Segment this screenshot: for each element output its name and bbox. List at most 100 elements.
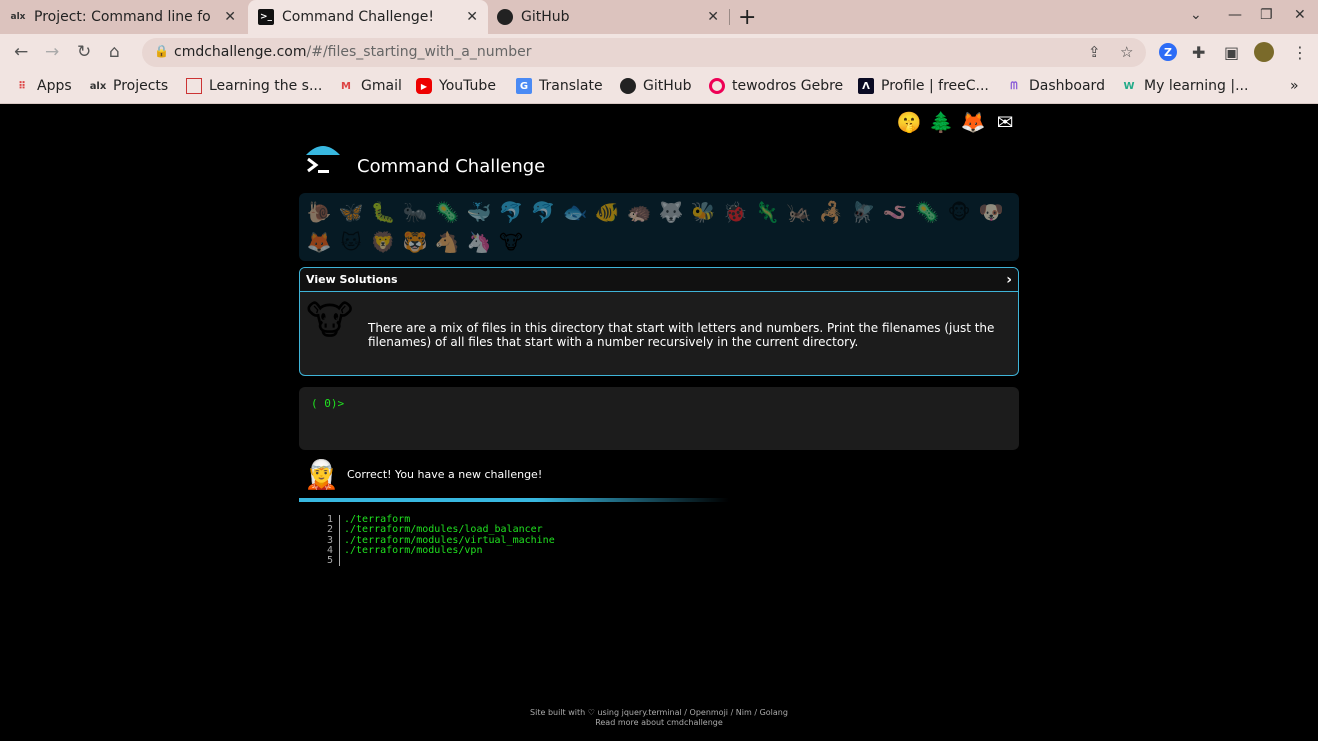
challenge-icon[interactable]: 🦂 (815, 197, 847, 227)
youtube-icon: ▶ (416, 78, 432, 94)
minimize-icon[interactable]: — (1228, 7, 1242, 23)
address-bar[interactable]: 🔒 cmdchallenge.com/#/files_starting_with… (142, 38, 1146, 67)
challenge-icon[interactable]: 🐞 (719, 197, 751, 227)
share-icon[interactable]: ⇪ (1088, 43, 1101, 61)
github-icon (497, 9, 513, 25)
new-tab-button[interactable]: + (738, 5, 756, 30)
feedback-row: 🧝 Correct! You have a new challenge! (304, 458, 542, 491)
bookmark-gmail[interactable]: M Gmail (338, 78, 402, 94)
chevron-right-icon[interactable]: › (1006, 272, 1012, 288)
bookmarks-bar: ⠿ Apps alx Projects Learning the s... M Gma… (0, 72, 1318, 104)
zoom-extension-icon[interactable]: Z (1159, 43, 1177, 61)
output-line: ./terraform/modules/vpn (344, 544, 483, 556)
challenge-icon[interactable]: 🪱 (879, 197, 911, 227)
back-icon[interactable]: ← (14, 42, 28, 62)
tab-search-icon[interactable]: ⌄ (1190, 7, 1202, 23)
side-panel-icon[interactable]: ▣ (1224, 43, 1239, 62)
challenge-selector: 🐌 🦋 🐛 🐜 🦠 🐳 🐬 🐬 🐟 🐠 🦔 🐺 🐝 🐞 🦎 🦗 🦂 🪰 🪱 🦠 🐵 🐶 🦊 🐱 🦁 🐯 🐴 🦄 🐮 (299, 193, 1019, 261)
challenge-icon[interactable]: 🐬 (527, 197, 559, 227)
bookmark-my-learning[interactable]: W My learning |... (1121, 78, 1248, 94)
footer-read-more-link[interactable]: Read more about cmdchallenge (0, 718, 1318, 728)
challenge-icon[interactable]: 🦎 (751, 197, 783, 227)
close-icon[interactable]: ✕ (224, 9, 236, 25)
bookmark-star-icon[interactable]: ☆ (1120, 43, 1133, 61)
tab-command-challenge[interactable]: >_ Command Challenge! ✕ (248, 0, 488, 34)
bookmark-learning[interactable]: Learning the s... (186, 78, 322, 94)
tab-github[interactable]: GitHub ✕ (497, 0, 729, 34)
close-icon[interactable]: ✕ (707, 9, 719, 25)
bookmark-tewodros[interactable]: tewodros Gebre (709, 78, 843, 94)
shush-face-icon[interactable]: 🤫 (896, 109, 922, 135)
view-solutions-header[interactable]: View Solutions › (300, 268, 1018, 292)
site-footer: Site built with ♡ using jquery.terminal … (0, 708, 1318, 728)
challenge-icon[interactable]: 🐶 (975, 197, 1007, 227)
extensions-icon[interactable]: ✚ (1192, 43, 1205, 62)
challenge-icon[interactable]: 🦠 (911, 197, 943, 227)
challenge-icon[interactable]: 🦊 (303, 227, 335, 257)
challenge-icon[interactable]: 🐌 (303, 197, 335, 227)
url-text[interactable]: cmdchallenge.com/#/files_starting_with_a… (174, 44, 531, 60)
challenge-icon[interactable]: 🐺 (655, 197, 687, 227)
terminal-icon: >_ (258, 9, 274, 25)
browser-toolbar: ← → ↻ ⌂ 🔒 cmdchallenge.com/#/files_start… (0, 34, 1318, 72)
challenge-icon[interactable]: 🐟 (559, 197, 591, 227)
logo-icon[interactable] (304, 143, 342, 181)
challenge-icon[interactable]: 🦔 (623, 197, 655, 227)
line-number: 5 (326, 555, 333, 567)
alx-icon: alx (89, 80, 107, 92)
terminal-input[interactable]: ( 0)> (299, 387, 1019, 450)
challenge-icon[interactable]: 🐠 (591, 197, 623, 227)
lock-icon[interactable]: 🔒 (154, 44, 169, 58)
challenge-icon[interactable]: 🦠 (431, 197, 463, 227)
gmail-icon: M (341, 80, 351, 92)
bookmark-github[interactable]: GitHub (620, 78, 692, 94)
reload-icon[interactable]: ↻ (77, 42, 91, 62)
restore-icon[interactable]: ❐ (1260, 7, 1273, 23)
challenge-icon[interactable]: 🐛 (367, 197, 399, 227)
challenge-icon[interactable]: 🦄 (463, 227, 495, 257)
menu-icon[interactable]: ⋮ (1292, 43, 1308, 62)
command-output: 12345 ./terraform ./terraform/modules/loa… (320, 514, 555, 567)
challenge-icon[interactable]: 🦗 (783, 197, 815, 227)
challenge-icon[interactable]: 🐝 (687, 197, 719, 227)
challenge-icon[interactable]: 🐴 (431, 227, 463, 257)
challenge-icon[interactable]: 🐵 (943, 197, 975, 227)
profile-avatar[interactable] (1254, 42, 1274, 62)
terminal-icon[interactable]: 🖥 (864, 109, 890, 135)
page-content: 🖥 🤫 🌲 🦊 ✉ Command Challenge 🐌 🦋 🐛 🐜 🦠 🐳 🐬 🐬 🐟 🐠 🦔 🐺… (0, 105, 1318, 741)
forward-icon[interactable]: → (45, 42, 59, 62)
window-close-icon[interactable]: ✕ (1294, 7, 1306, 23)
challenge-icon[interactable]: 🐮 (495, 227, 527, 257)
tab-project[interactable]: alx Project: Command line fo ✕ (10, 0, 246, 34)
challenge-icon[interactable]: 🐯 (399, 227, 431, 257)
tab-title: Project: Command line fo (34, 9, 210, 25)
challenge-icon[interactable]: 🦁 (367, 227, 399, 257)
challenge-icon[interactable]: 🪰 (847, 197, 879, 227)
challenge-icon[interactable]: 🐜 (399, 197, 431, 227)
challenge-icon[interactable]: 🦋 (335, 197, 367, 227)
challenge-panel: View Solutions › 🐮 There are a mix of fi… (299, 267, 1019, 376)
bookmark-youtube[interactable]: ▶ YouTube (416, 78, 496, 94)
bookmark-projects[interactable]: alx Projects (89, 78, 169, 94)
alx-icon: alx (10, 12, 26, 22)
bookmark-translate[interactable]: G Translate (516, 78, 603, 94)
challenge-icon[interactable]: 🐳 (463, 197, 495, 227)
bookmark-dashboard[interactable]: ᗰ Dashboard (1006, 78, 1105, 94)
spiral-icon (709, 78, 725, 94)
tree-icon[interactable]: 🌲 (928, 109, 954, 135)
challenge-icon[interactable]: 🐬 (495, 197, 527, 227)
tab-title: Command Challenge! (282, 9, 435, 25)
translate-icon: G (516, 78, 532, 94)
bookmark-apps[interactable]: ⠿ Apps (14, 78, 72, 94)
view-solutions-label: View Solutions (306, 273, 398, 286)
home-icon[interactable]: ⌂ (109, 42, 120, 62)
mail-icon[interactable]: ✉ (992, 109, 1018, 135)
challenge-icon[interactable]: 🐱 (335, 227, 367, 257)
bookmark-freecodecamp[interactable]: Λ Profile | freeC... (858, 78, 989, 94)
bookmarks-overflow-icon[interactable]: » (1290, 78, 1299, 94)
gitlab-icon[interactable]: 🦊 (960, 109, 986, 135)
challenge-description: There are a mix of files in this directo… (368, 321, 995, 349)
page-title: Command Challenge (357, 156, 546, 177)
close-icon[interactable]: ✕ (466, 9, 478, 25)
